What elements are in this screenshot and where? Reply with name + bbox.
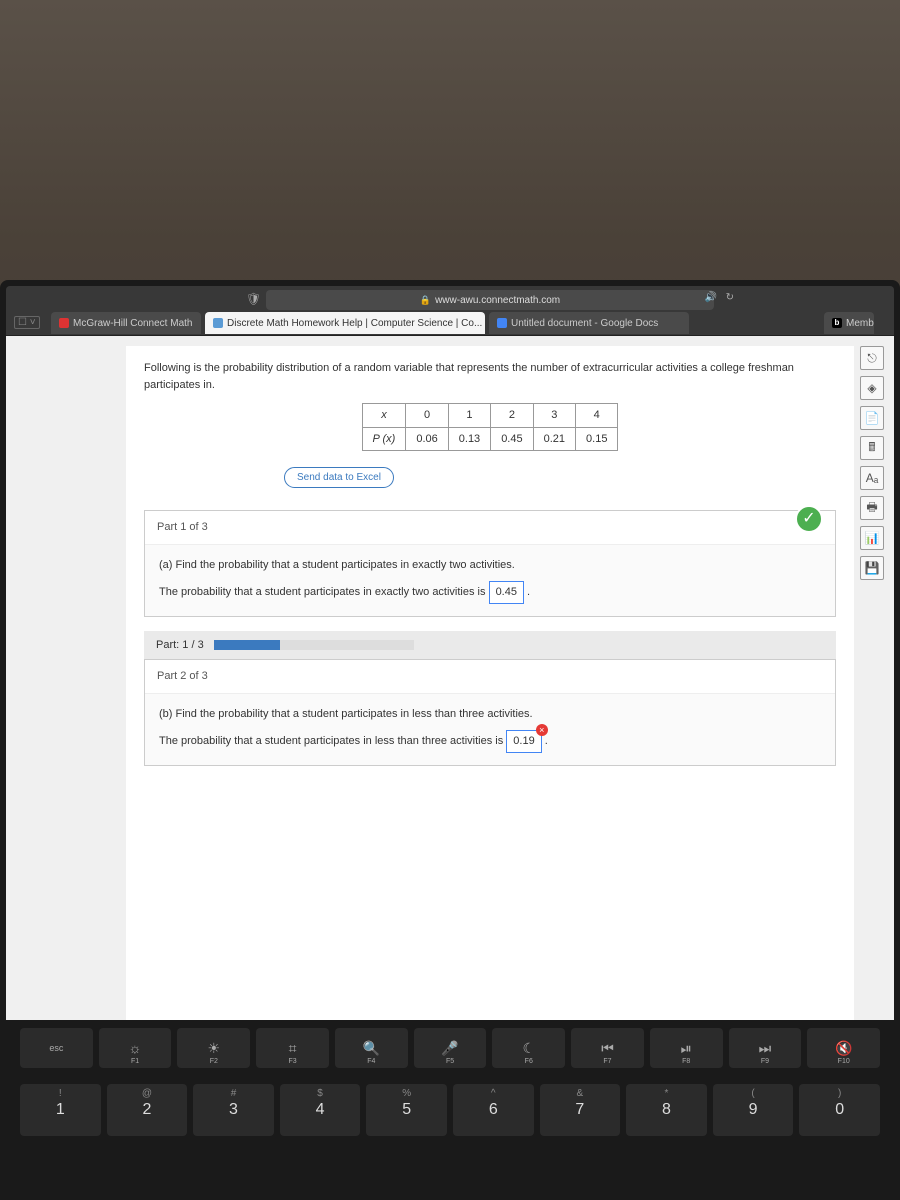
dnd-icon: ☾ xyxy=(522,1040,535,1057)
key-1[interactable]: !1 xyxy=(20,1084,101,1136)
key-f4[interactable]: 🔍F4 xyxy=(335,1028,408,1068)
key-f3[interactable]: ⌗F3 xyxy=(256,1028,329,1068)
right-toolbox: ⎋ ◈ 📄 🖩 Aₐ 🖶 📊 💾 xyxy=(860,346,888,580)
table-cell: 0 xyxy=(406,404,448,428)
send-to-excel-button[interactable]: Send data to Excel xyxy=(284,467,394,488)
print-icon[interactable]: 🖶 xyxy=(860,496,884,520)
answer-prefix: The probability that a student participa… xyxy=(159,586,489,598)
tab-label: McGraw-Hill Connect Math xyxy=(73,318,192,329)
part-2-box: Part 2 of 3 (b) Find the probability tha… xyxy=(144,659,836,766)
save-icon[interactable]: 💾 xyxy=(860,556,884,580)
table-cell: 2 xyxy=(491,404,533,428)
brightness-down-icon: ☼ xyxy=(129,1040,142,1056)
key-f8[interactable]: ⏯F8 xyxy=(650,1028,723,1068)
calculator-icon[interactable]: 🖩 xyxy=(860,436,884,460)
notes-icon[interactable]: 📄 xyxy=(860,406,884,430)
url-bar[interactable]: 🔒 www-awu.connectmath.com xyxy=(266,290,714,310)
table-cell: 3 xyxy=(533,404,575,428)
correct-check-icon: ✓ xyxy=(795,505,823,533)
tab-label: Discrete Math Homework Help | Computer S… xyxy=(227,318,482,329)
favicon-icon xyxy=(497,318,507,328)
table-rowhead-px: P (x) xyxy=(362,427,406,451)
tab-label: Memb xyxy=(846,318,874,329)
favicon-icon xyxy=(59,318,69,328)
key-f10[interactable]: 🔇F10 xyxy=(807,1028,880,1068)
url-text: www-awu.connectmath.com xyxy=(435,295,560,306)
keyboard: esc ☼F1 ☀F2 ⌗F3 🔍F4 🎤F5 ☾F6 ⏮F7 ⏯F8 ⏭F9 … xyxy=(0,1020,900,1200)
shield-icon[interactable]: 🛡 xyxy=(246,292,261,306)
reload-icon[interactable]: ↻ xyxy=(726,292,734,303)
progress-fill xyxy=(214,640,281,650)
table-cell: 0.06 xyxy=(406,427,448,451)
progress-bar-row: Part: 1 / 3 xyxy=(144,631,836,660)
answer-prefix: The probability that a student participa… xyxy=(159,735,506,747)
clear-answer-icon[interactable]: × xyxy=(536,724,548,736)
part-2-question: (b) Find the probability that a student … xyxy=(159,706,821,723)
rewind-icon: ⏮ xyxy=(601,1040,614,1057)
tab-memb[interactable]: b Memb xyxy=(824,312,874,334)
sidebar-toggle-icon[interactable]: ☐ ˅ xyxy=(14,316,40,329)
sound-icon[interactable]: 🔊 xyxy=(705,292,717,303)
play-pause-icon: ⏯ xyxy=(681,1040,692,1057)
progress-label: Part: 1 / 3 xyxy=(156,637,204,654)
mission-control-icon: ⌗ xyxy=(289,1040,297,1057)
part-2-header: Part 2 of 3 xyxy=(145,660,835,694)
browser-chrome: 🛡 🔒www-awu.connectmath.com 🔊 ↻ ☐ ˅ 〈 〉 xyxy=(6,286,894,336)
table-cell: 4 xyxy=(576,404,618,428)
search-icon: 🔍 xyxy=(363,1040,380,1057)
brightness-up-icon: ☀ xyxy=(208,1040,221,1057)
graph-icon[interactable]: 📊 xyxy=(860,526,884,550)
lock-icon: 🔒 xyxy=(420,295,431,305)
key-3[interactable]: #3 xyxy=(193,1084,274,1136)
part-1-header: Part 1 of 3 xyxy=(145,511,835,545)
tab-strip: McGraw-Hill Connect Math Discrete Math H… xyxy=(51,312,874,334)
probability-table: x 0 1 2 3 4 P (x) 0.06 0.13 0.45 0 xyxy=(362,403,619,451)
problem-intro: Following is the probability distributio… xyxy=(144,360,836,393)
tab-google-docs[interactable]: Untitled document - Google Docs xyxy=(489,312,689,334)
key-esc[interactable]: esc xyxy=(20,1028,93,1068)
answer-suffix: . xyxy=(545,735,548,747)
key-0[interactable]: )0 xyxy=(799,1084,880,1136)
key-9[interactable]: (9 xyxy=(713,1084,794,1136)
nav-icon[interactable]: ◈ xyxy=(860,376,884,400)
key-f7[interactable]: ⏮F7 xyxy=(571,1028,644,1068)
key-6[interactable]: ^6 xyxy=(453,1084,534,1136)
part-1-question: (a) Find the probability that a student … xyxy=(159,557,821,574)
table-cell: 0.45 xyxy=(491,427,533,451)
key-f9[interactable]: ⏭F9 xyxy=(729,1028,802,1068)
tab-label: Untitled document - Google Docs xyxy=(511,318,658,329)
progress-track xyxy=(214,640,414,650)
key-7[interactable]: &7 xyxy=(540,1084,621,1136)
tab-discrete-hw[interactable]: Discrete Math Homework Help | Computer S… xyxy=(205,312,485,334)
table-cell: 0.21 xyxy=(533,427,575,451)
key-8[interactable]: *8 xyxy=(626,1084,707,1136)
mute-icon: 🔇 xyxy=(835,1040,852,1057)
key-f2[interactable]: ☀F2 xyxy=(177,1028,250,1068)
key-4[interactable]: $4 xyxy=(280,1084,361,1136)
key-f5[interactable]: 🎤F5 xyxy=(414,1028,487,1068)
table-cell: 0.15 xyxy=(576,427,618,451)
part-1-box: ✓ Part 1 of 3 (a) Find the probability t… xyxy=(144,510,836,617)
table-cell: 1 xyxy=(448,404,490,428)
tab-connectmath[interactable]: McGraw-Hill Connect Math xyxy=(51,312,201,334)
font-icon[interactable]: Aₐ xyxy=(860,466,884,490)
table-cell: 0.13 xyxy=(448,427,490,451)
logout-icon[interactable]: ⎋ xyxy=(860,346,884,370)
page-controls: 🔊 ↻ xyxy=(705,292,734,303)
forward-icon: ⏭ xyxy=(759,1040,772,1057)
part-1-answer-field[interactable]: 0.45 xyxy=(489,581,524,604)
key-f1[interactable]: ☼F1 xyxy=(99,1028,172,1068)
table-rowhead-x: x xyxy=(362,404,406,428)
key-2[interactable]: @2 xyxy=(107,1084,188,1136)
favicon-icon xyxy=(213,318,223,328)
key-5[interactable]: %5 xyxy=(366,1084,447,1136)
favicon-icon: b xyxy=(832,318,842,328)
answer-suffix: . xyxy=(527,586,530,598)
key-f6[interactable]: ☾F6 xyxy=(492,1028,565,1068)
mic-icon: 🎤 xyxy=(441,1040,458,1057)
